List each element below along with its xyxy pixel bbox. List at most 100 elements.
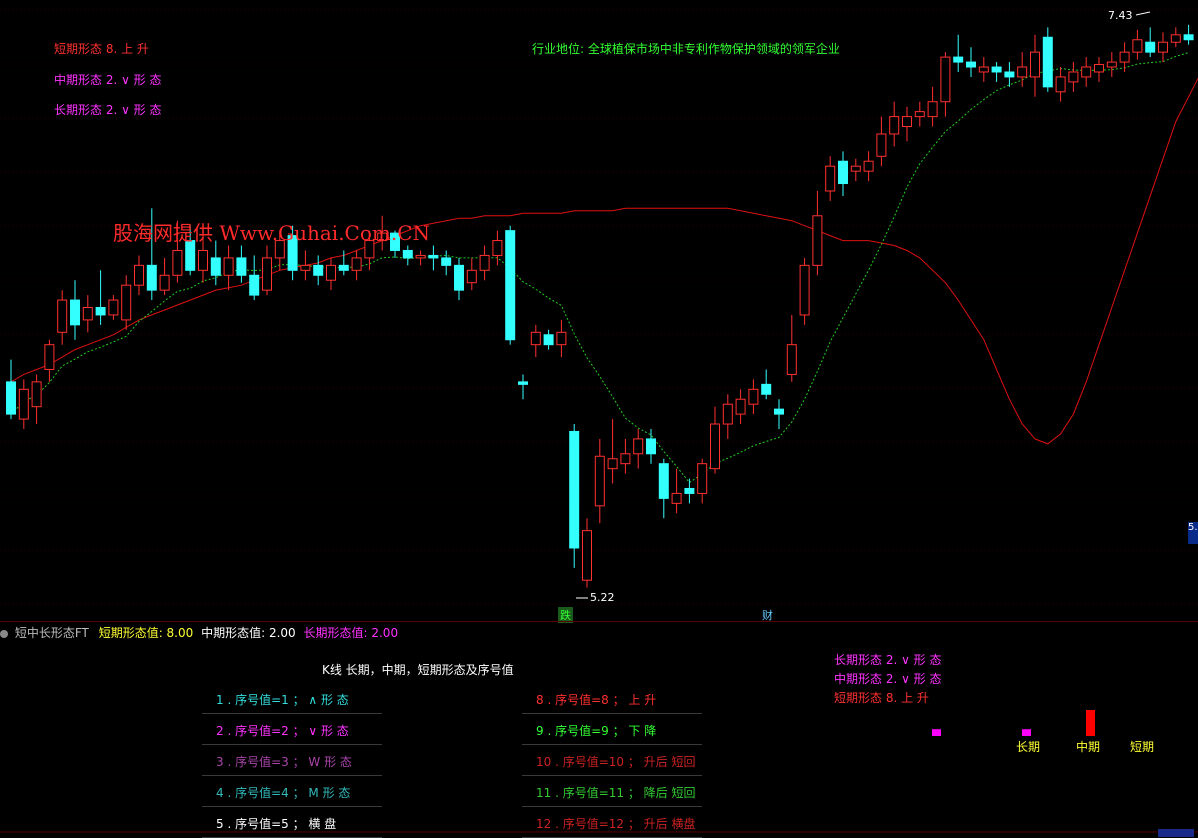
candle-body [134, 264, 144, 286]
candle-body [646, 438, 656, 455]
candle-body [991, 66, 1002, 73]
candle-body [748, 388, 759, 405]
kline-chart[interactable] [0, 0, 1198, 622]
bar-label-short: 短期 [1130, 740, 1155, 754]
candle-body [812, 215, 823, 266]
candle [876, 116, 887, 167]
candle [44, 339, 55, 382]
form-value-bar [1086, 710, 1095, 736]
candle-body [556, 331, 567, 346]
bar-label-mid: 中期 [1076, 740, 1101, 754]
candle-body [505, 230, 516, 341]
candle-body [697, 463, 708, 494]
candle-body [338, 264, 349, 271]
candle-body [1158, 41, 1168, 53]
candle [953, 34, 964, 72]
candle-body [940, 56, 951, 103]
candle [159, 257, 170, 296]
candle-body [1183, 34, 1194, 41]
candle [134, 255, 144, 296]
candle [607, 419, 618, 484]
candle [927, 86, 938, 127]
candle-body [786, 344, 797, 375]
candle [1183, 24, 1194, 45]
candle [710, 406, 720, 474]
candle [466, 257, 477, 291]
candle-body [927, 101, 938, 118]
candle-body [146, 264, 157, 291]
candle-body [838, 160, 848, 185]
candle [543, 329, 554, 350]
candle-body [441, 257, 452, 266]
watermark-text: 股海网提供 Www.Guhai.Com.CN [113, 221, 431, 245]
candle [313, 255, 324, 286]
candle [108, 295, 119, 320]
candle-body [569, 430, 580, 549]
candle-body [44, 344, 55, 370]
candle-body [1106, 61, 1117, 68]
candle-body [530, 331, 541, 346]
candle-body [300, 264, 311, 271]
candle [1068, 62, 1079, 92]
candle-body [966, 61, 976, 68]
candle [1119, 42, 1130, 72]
candle [530, 324, 541, 358]
candle-body [582, 530, 592, 581]
candle [620, 438, 631, 474]
scroll-indicator[interactable] [1158, 829, 1194, 837]
candle [556, 319, 567, 358]
candle [889, 101, 900, 147]
candle [902, 106, 912, 142]
candle-body [6, 381, 16, 415]
candle [863, 151, 874, 182]
candle [735, 389, 746, 425]
candle-body [262, 257, 272, 291]
candle [633, 428, 644, 469]
candle [1030, 34, 1040, 97]
candle-body [415, 254, 426, 259]
candle [6, 359, 16, 420]
candle [415, 250, 426, 266]
candle [569, 424, 580, 568]
candle [1055, 67, 1066, 102]
candle-body [172, 249, 183, 276]
candle [1158, 32, 1168, 63]
candle-body [774, 408, 784, 415]
candle [684, 478, 695, 504]
candle-body [1004, 71, 1015, 78]
candle [1106, 52, 1117, 77]
industry-note: 行业地位: 全球植保市场中非专利作物保护领域的领军企业 [532, 42, 840, 56]
candle [966, 47, 976, 77]
candle-body [18, 388, 29, 420]
candle [914, 101, 925, 127]
candle-body [1132, 39, 1143, 53]
candle [838, 151, 848, 196]
candle [402, 245, 413, 266]
candle [774, 399, 784, 429]
candle [121, 275, 132, 330]
candle [1042, 27, 1053, 92]
right-axis-price-tag: 5. [1188, 522, 1198, 544]
candle-body [108, 299, 119, 316]
candle [671, 468, 682, 514]
candle [262, 245, 272, 296]
candle-body [70, 299, 80, 326]
candle-body [876, 133, 887, 157]
candle-body [850, 165, 861, 172]
candle-body [249, 274, 260, 296]
candle-body [1030, 51, 1040, 78]
candle [1170, 27, 1181, 48]
candle-body [799, 264, 810, 316]
candle-body [466, 269, 477, 284]
candle [223, 245, 234, 291]
short-form-label: 短期形态 8. 上 升 [54, 42, 149, 56]
candle-body [953, 56, 964, 63]
candle-body [1081, 66, 1092, 78]
candle-body [428, 254, 439, 259]
candle [786, 314, 797, 382]
candle [82, 295, 93, 333]
candle [300, 250, 311, 281]
candle-body [543, 334, 554, 346]
candle-body [902, 116, 912, 128]
candle [326, 257, 336, 291]
